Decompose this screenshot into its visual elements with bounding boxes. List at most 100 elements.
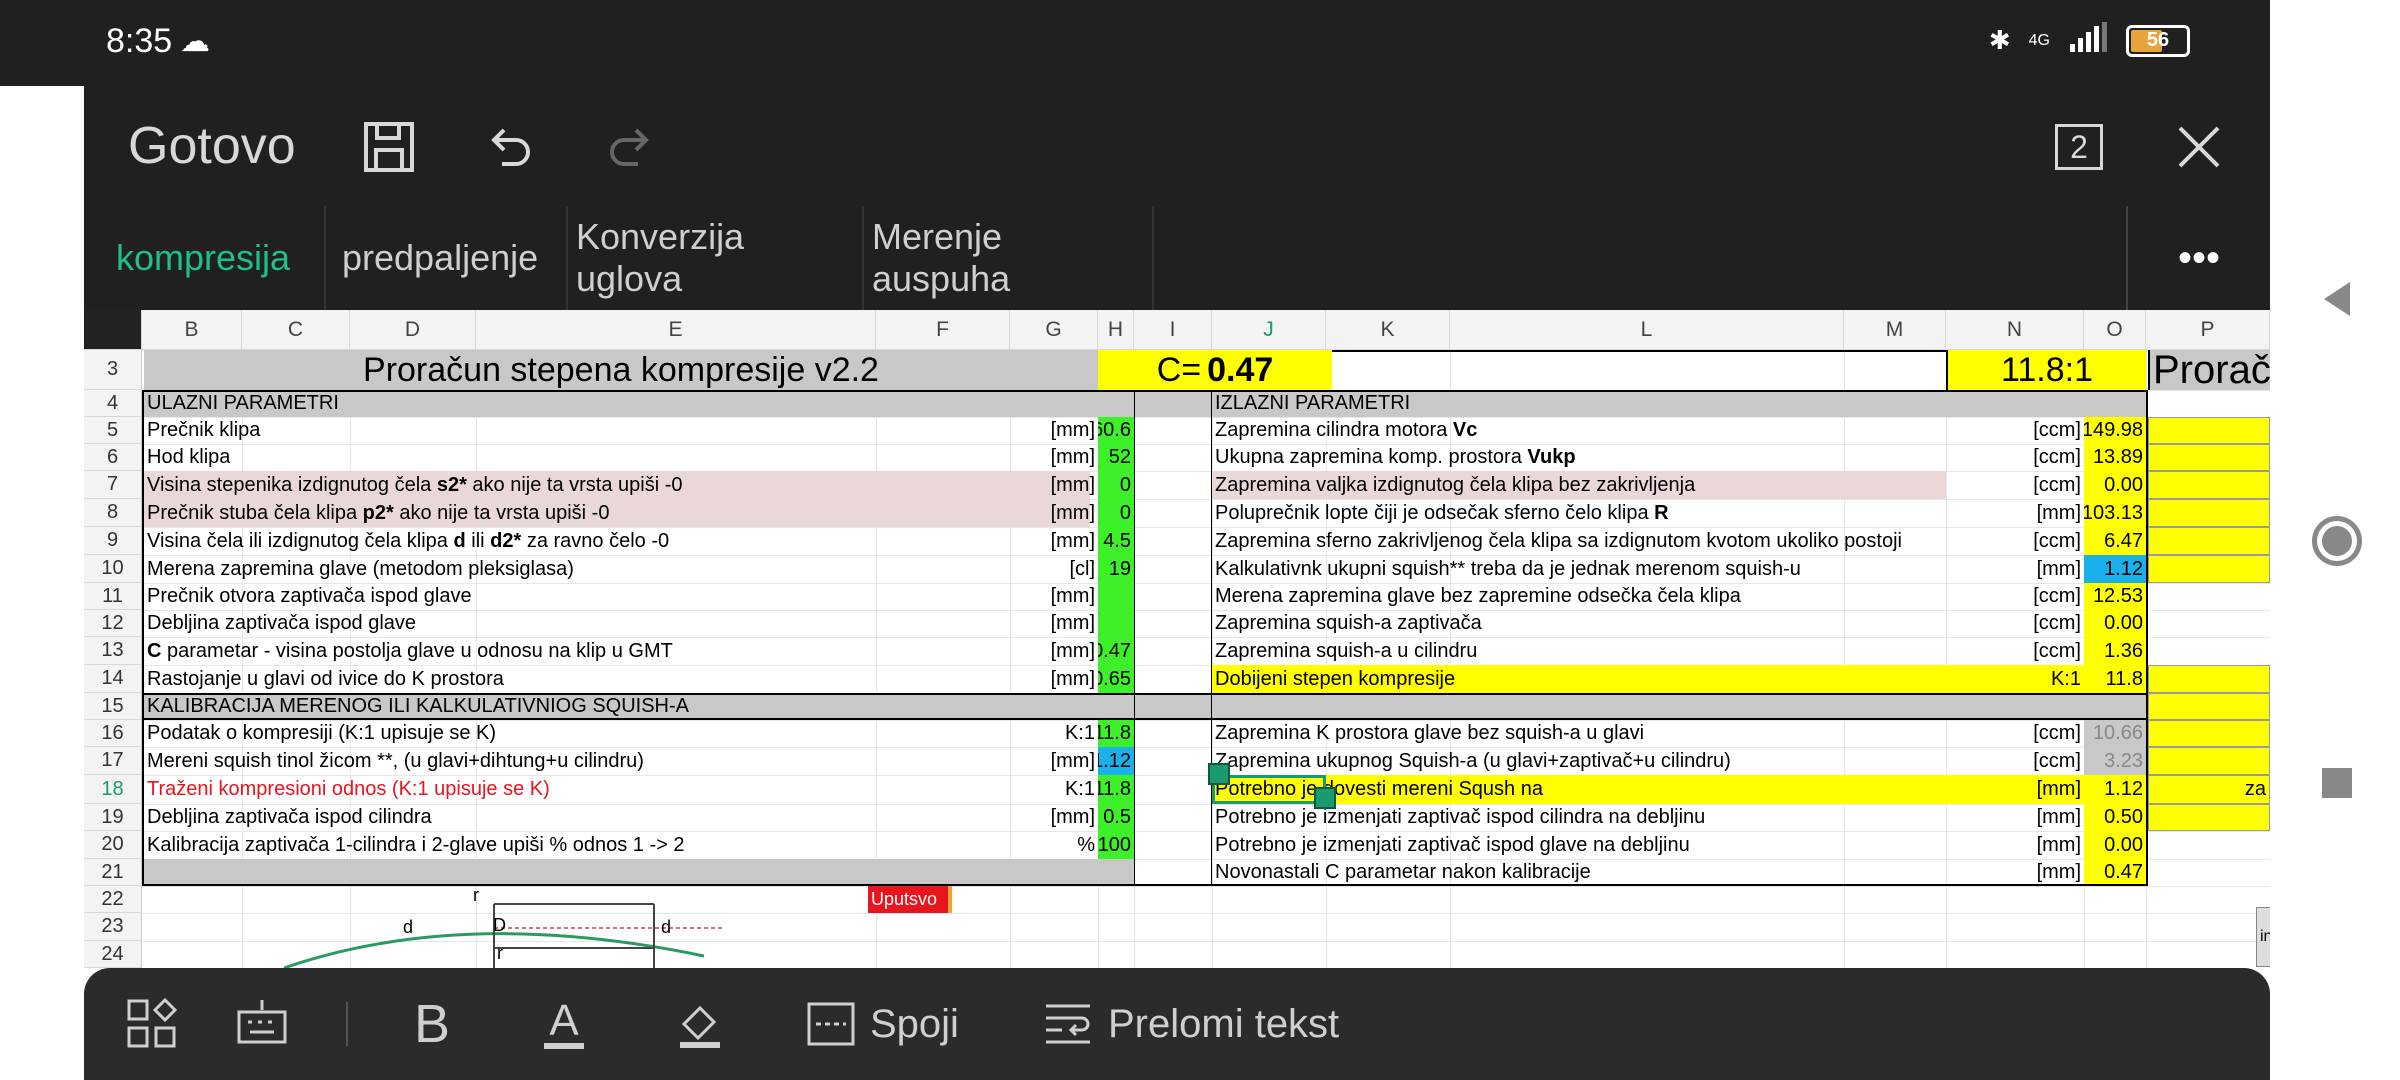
row-header-6[interactable]: 6 [84,444,142,471]
row-header-13[interactable]: 13 [84,637,142,665]
column-header-i[interactable]: I [1134,310,1212,350]
p-title-cell[interactable]: Prorač [2148,350,2270,390]
input-value[interactable]: 0.47 [1098,637,1134,665]
input-value[interactable]: 0.65 [1098,665,1134,693]
row-header-10[interactable]: 10 [84,555,142,583]
calib-value[interactable]: 100 [1098,831,1134,859]
row-header-11[interactable]: 11 [84,583,142,610]
output-value[interactable]: 6.47 [2084,527,2146,555]
calib-result-value[interactable]: 1.12 [2084,775,2146,804]
input-value[interactable]: 60.6 [1098,417,1134,444]
column-header-e[interactable]: E [476,310,876,350]
column-header-b[interactable]: B [142,310,242,350]
column-header-n[interactable]: N [1946,310,2084,350]
calib-value[interactable]: 11.8 [1098,720,1134,747]
calib-result-value[interactable]: 10.66 [2084,720,2146,747]
redo-icon[interactable] [596,112,666,182]
input-value[interactable]: 19 [1098,555,1134,583]
tab-kompresija[interactable]: kompresija [100,206,326,310]
row-header-4[interactable]: 4 [84,390,142,417]
output-value[interactable]: 0.00 [2084,471,2146,499]
recents-icon[interactable] [2322,768,2352,798]
p-yellow-cell[interactable] [2148,471,2270,499]
column-header-l[interactable]: L [1450,310,1844,350]
wrap-text-button[interactable]: Prelomi tekst [1042,996,1339,1052]
p-yellow-cell[interactable] [2148,720,2270,747]
calib-result-value[interactable]: 0.00 [2084,831,2146,859]
column-header-j[interactable]: J [1212,310,1326,350]
output-value[interactable]: 103.13 [2084,499,2146,527]
p-yellow-cell[interactable] [2148,693,2270,720]
spreadsheet-grid[interactable]: B C D E F G H I J K L M N O P 3 4 5 6 7 8 9 10 11 12 13 14 15 16 17 18… [84,310,2270,968]
p-yellow-cell[interactable] [2148,804,2270,831]
back-icon[interactable] [2320,280,2354,323]
done-button[interactable]: Gotovo [128,116,296,176]
p-yellow-cell[interactable] [2148,499,2270,527]
input-value[interactable] [1098,610,1134,637]
merge-button[interactable]: Spoji [806,996,959,1052]
column-header-o[interactable]: O [2084,310,2146,350]
row-header-3[interactable]: 3 [84,350,142,390]
calib-value[interactable]: 0.5 [1098,804,1134,831]
ratio-cell[interactable]: 11.8:1 [1946,350,2146,390]
calib-result-value[interactable]: 0.47 [2084,859,2146,886]
bold-button[interactable]: B [414,994,450,1054]
p-yellow-cell[interactable]: za [2148,775,2270,804]
home-icon[interactable] [2312,516,2362,566]
row-header-18[interactable]: 18 [84,775,142,804]
sheets-icon[interactable]: 2 [2044,112,2114,182]
row-header-23[interactable]: 23 [84,913,142,941]
close-icon[interactable] [2164,112,2234,182]
p-yellow-cell[interactable] [2148,444,2270,471]
output-value[interactable]: 1.12 [2084,555,2146,583]
p-yellow-cell[interactable] [2148,555,2270,583]
input-value[interactable]: 0 [1098,499,1134,527]
calib-result-value[interactable]: 0.50 [2084,804,2146,831]
input-value[interactable]: 52 [1098,444,1134,471]
row-header-19[interactable]: 19 [84,804,142,831]
row-header-22[interactable]: 22 [84,886,142,913]
selection-handle-end[interactable] [1314,787,1336,809]
row-header-17[interactable]: 17 [84,747,142,775]
column-header-f[interactable]: F [876,310,1010,350]
output-value[interactable]: 1.36 [2084,637,2146,665]
p-yellow-cell[interactable] [2148,665,2270,693]
input-value[interactable]: 0 [1098,471,1134,499]
row-header-21[interactable]: 21 [84,859,142,886]
fill-color-icon[interactable] [674,996,726,1052]
column-header-m[interactable]: M [1844,310,1946,350]
output-value[interactable]: 149.98 [2084,417,2146,444]
undo-icon[interactable] [474,112,544,182]
column-header-g[interactable]: G [1010,310,1098,350]
output-value[interactable]: 12.53 [2084,583,2146,610]
column-header-h[interactable]: H [1098,310,1134,350]
tab-predpaljenje[interactable]: predpaljenje [326,206,568,310]
column-header-d[interactable]: D [350,310,476,350]
calib-value[interactable]: 1.12 [1098,747,1134,775]
tab-merenje-auspuha[interactable]: Merenje auspuha [864,206,1154,310]
corner-header[interactable] [84,310,142,350]
output-value[interactable]: 0.00 [2084,610,2146,637]
row-header-24[interactable]: 24 [84,941,142,968]
row-header-12[interactable]: 12 [84,610,142,637]
save-icon[interactable] [354,112,424,182]
title-empty-cell[interactable] [1332,350,1946,390]
keyboard-icon[interactable] [236,996,288,1052]
row-header-5[interactable]: 5 [84,417,142,444]
p-button-cell[interactable]: in [2256,907,2270,967]
column-header-p[interactable]: P [2146,310,2270,350]
row-header-8[interactable]: 8 [84,499,142,527]
input-value[interactable]: 4.5 [1098,527,1134,555]
grid-icon[interactable] [126,996,178,1052]
c-parameter-cell[interactable]: C= 0.47 [1098,350,1332,390]
row-header-20[interactable]: 20 [84,831,142,859]
calib-value[interactable]: 11.8 [1098,775,1134,804]
font-color-button[interactable]: A [544,996,584,1052]
calib-result-value[interactable]: 3.23 [2084,747,2146,775]
p-yellow-cell[interactable] [2148,417,2270,444]
column-header-k[interactable]: K [1326,310,1450,350]
tab-konverzija-uglova[interactable]: Konverzija uglova [568,206,864,310]
column-header-c[interactable]: C [242,310,350,350]
row-header-9[interactable]: 9 [84,527,142,555]
p-yellow-cell[interactable] [2148,527,2270,555]
